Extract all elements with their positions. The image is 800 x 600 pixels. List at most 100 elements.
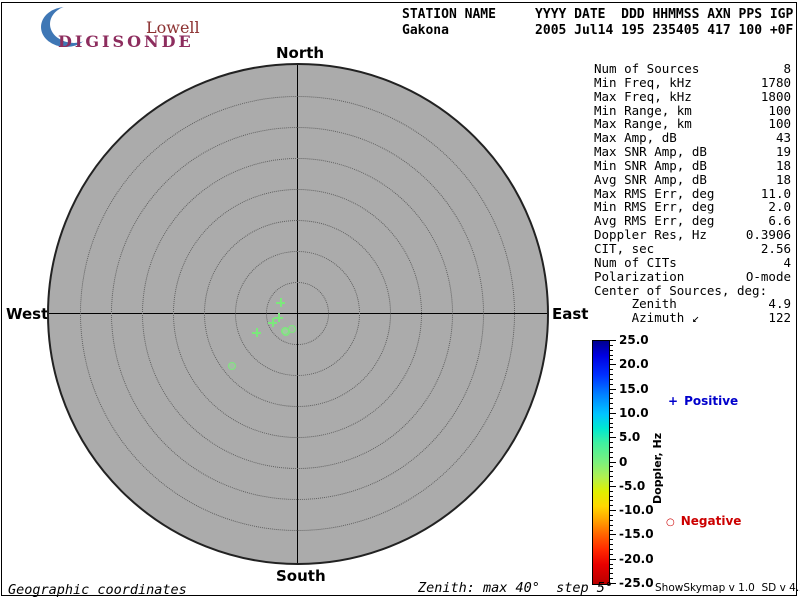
- colorbar-minor-tick: [610, 495, 613, 497]
- colorbar-tick-label: -20.0: [619, 551, 654, 566]
- stats-row: Avg RMS Err, deg 6.6: [594, 214, 791, 228]
- stats-row: Num of CITs 4: [594, 254, 791, 270]
- colorbar-minor-tick: [610, 548, 613, 550]
- colorbar-minor-tick: [610, 422, 613, 424]
- colorbar-major-tick: [610, 364, 616, 366]
- compass-east-label: East: [552, 305, 589, 323]
- stats-row-value: 0.3906: [745, 227, 791, 243]
- colorbar-minor-tick: [610, 505, 613, 507]
- colorbar-minor-tick: [610, 471, 613, 473]
- logo-text-digisonde: DIGISONDE: [58, 32, 194, 51]
- colorbar-minor-tick: [610, 480, 613, 482]
- stats-row-value: 19: [775, 144, 791, 160]
- colorbar-major-tick: [610, 461, 616, 463]
- stats-row: Min SNR Amp, dB 18: [594, 159, 791, 173]
- stats-row-label: Avg SNR Amp, dB: [594, 171, 707, 187]
- colorbar-minor-tick: [610, 354, 613, 356]
- stats-row-value: 4: [783, 254, 791, 270]
- colorbar-major-tick: [610, 412, 616, 414]
- stats-row-label: Max Freq, kHz: [594, 88, 692, 104]
- compass-north-label: North: [276, 44, 325, 62]
- negative-doppler-legend: ○ Negative: [666, 514, 741, 528]
- stats-row-label: Zenith: [594, 296, 677, 312]
- stats-row: Min Range, km 100: [594, 102, 791, 118]
- colorbar-major-tick: [610, 388, 616, 390]
- skymap-polar-plot: [47, 63, 549, 565]
- stats-row: Max RMS Err, deg 11.0: [594, 185, 791, 201]
- stats-row-label: Max RMS Err, deg: [594, 185, 715, 201]
- stats-row-value: 2.56: [760, 240, 791, 256]
- colorbar-minor-tick: [610, 568, 613, 570]
- stats-row-label: Min Freq, kHz: [594, 74, 692, 90]
- colorbar-minor-tick: [610, 563, 613, 565]
- colorbar-minor-tick: [610, 519, 613, 521]
- stats-row-value: 18: [775, 157, 791, 173]
- colorbar-minor-tick: [610, 369, 613, 371]
- colorbar-major-tick: [610, 485, 616, 487]
- colorbar-minor-tick: [610, 349, 613, 351]
- colorbar-minor-tick: [610, 403, 613, 405]
- colorbar-minor-tick: [610, 456, 613, 458]
- stats-row: Min Freq, kHz 1780: [594, 76, 791, 90]
- colorbar-minor-tick: [610, 476, 613, 478]
- stats-row-label: Center of Sources, deg:: [594, 282, 768, 298]
- source-marker-plus: [276, 298, 285, 307]
- stats-row-label: Min Range, km: [594, 102, 692, 118]
- stats-row-label: Max Amp, dB: [594, 130, 677, 146]
- colorbar-minor-tick: [610, 466, 613, 468]
- source-marker-circle: [287, 324, 296, 333]
- stats-row-label: Num of CITs: [594, 254, 677, 270]
- stats-row-value: 1800: [760, 88, 791, 104]
- stats-row-label: Min RMS Err, deg: [594, 199, 715, 215]
- colorbar-minor-tick: [610, 524, 613, 526]
- source-marker-plus: [252, 328, 261, 337]
- stats-row-label: Max SNR Amp, dB: [594, 144, 707, 160]
- colorbar-minor-tick: [610, 529, 613, 531]
- stats-row: Max Amp, dB 43: [594, 131, 791, 145]
- stats-row-value: 6.6: [768, 213, 791, 229]
- colorbar-minor-tick: [610, 432, 613, 434]
- stats-row-value: 8: [783, 61, 791, 76]
- stats-row: Azimuth ↙ 122: [594, 311, 791, 325]
- colorbar-minor-tick: [610, 544, 613, 546]
- stats-row-label: Polarization: [594, 268, 685, 284]
- stats-row: Avg SNR Amp, dB 18: [594, 171, 791, 187]
- colorbar-tick-label: 0: [619, 454, 628, 469]
- stats-row: Min RMS Err, deg 2.0: [594, 200, 791, 214]
- stats-row: Center of Sources, deg:: [594, 282, 791, 298]
- colorbar-tick-label: 20.0: [619, 357, 649, 372]
- stats-row-value: 43: [775, 130, 791, 146]
- colorbar-minor-tick: [610, 408, 613, 410]
- lowell-digisonde-logo: Lowell DIGISONDE: [36, 4, 246, 51]
- colorbar-minor-tick: [610, 398, 613, 400]
- positive-doppler-legend: + Positive: [668, 394, 738, 408]
- colorbar-minor-tick: [610, 378, 613, 380]
- stats-row-label: Min SNR Amp, dB: [594, 157, 707, 173]
- colorbar-tick-label: 5.0: [619, 430, 641, 445]
- stats-row-value: 100: [768, 102, 791, 118]
- colorbar-minor-tick: [610, 446, 613, 448]
- stats-row: Max Range, km 100: [594, 117, 791, 131]
- colorbar-minor-tick: [610, 383, 613, 385]
- colorbar-major-tick: [610, 340, 616, 341]
- source-marker-plus: [268, 318, 277, 327]
- stats-row: Polarization O-mode: [594, 268, 791, 284]
- colorbar-tick-label: -5.0: [619, 478, 646, 493]
- stats-row: Doppler Res, Hz 0.3906: [594, 228, 791, 242]
- header-values-row: Gakona 2005 Jul14 195 235405 417 100 +0F: [402, 23, 794, 38]
- colorbar-minor-tick: [610, 344, 613, 346]
- colorbar-minor-tick: [610, 359, 613, 361]
- stats-row-value: 18: [775, 171, 791, 187]
- stats-row-label: CIT, sec: [594, 240, 655, 256]
- doppler-colorbar: [592, 340, 610, 585]
- stats-row-label: Avg RMS Err, deg: [594, 213, 715, 229]
- colorbar-tick-label: 10.0: [619, 405, 649, 420]
- compass-south-label: South: [276, 567, 326, 585]
- stats-row-label: Azimuth ↙: [594, 310, 700, 326]
- colorbar-minor-tick: [610, 578, 613, 580]
- stats-row-label: Doppler Res, Hz: [594, 227, 707, 243]
- stats-row: Zenith 4.9: [594, 297, 791, 311]
- coordinates-note: Geographic coordinates: [8, 582, 187, 598]
- colorbar-minor-tick: [610, 417, 613, 419]
- colorbar-tick-label: -15.0: [619, 527, 654, 542]
